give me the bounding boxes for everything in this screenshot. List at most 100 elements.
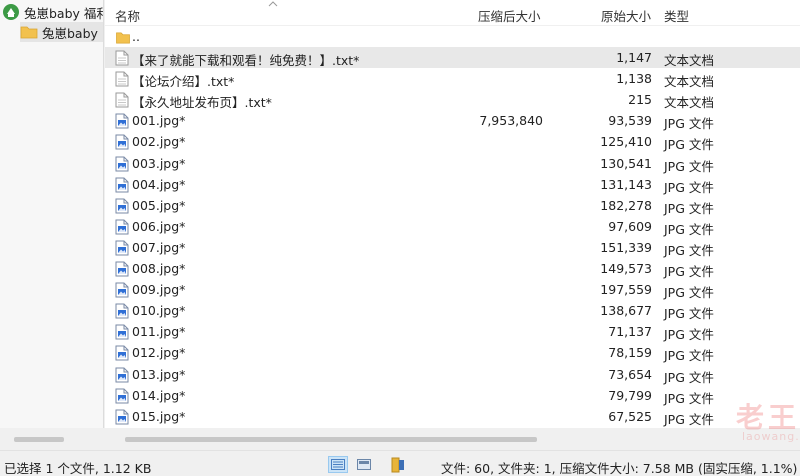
- file-type: JPG 文件: [664, 411, 714, 427]
- file-type: JPG 文件: [664, 306, 714, 322]
- file-row[interactable]: 005.jpg* 182,278 JPG 文件: [105, 195, 800, 216]
- file-type: JPG 文件: [664, 158, 714, 174]
- status-summary: 文件: 60, 文件夹: 1, 压缩文件大小: 7.58 MB (固实压缩, 1…: [441, 461, 798, 476]
- file-name: 015.jpg*: [132, 408, 186, 424]
- tree-item-archive[interactable]: 兔崽baby 福利: [2, 2, 104, 22]
- file-name: 【来了就能下载和观看！纯免费！】.txt*: [132, 53, 360, 69]
- details-view-button[interactable]: [328, 456, 348, 473]
- file-row[interactable]: 010.jpg* 138,677 JPG 文件: [105, 300, 800, 321]
- column-header-original-size[interactable]: 原始大小: [601, 6, 651, 25]
- image-file-icon: [115, 282, 129, 298]
- list-horizontal-scrollbar[interactable]: [105, 428, 800, 450]
- file-name: 007.jpg*: [132, 239, 186, 255]
- image-file-icon: [115, 113, 129, 129]
- column-header-name[interactable]: 名称: [115, 6, 140, 25]
- file-row[interactable]: 【来了就能下载和观看！纯免费！】.txt* 1,147 文本文档: [105, 47, 800, 69]
- column-header: 名称 压缩后大小 原始大小 类型: [105, 0, 800, 26]
- file-row[interactable]: 011.jpg* 71,137 JPG 文件: [105, 321, 800, 342]
- file-original-size: 1,138: [616, 71, 652, 87]
- tree-scrollbar-thumb[interactable]: [14, 437, 64, 442]
- file-row[interactable]: 007.jpg* 151,339 JPG 文件: [105, 237, 800, 258]
- column-header-type[interactable]: 类型: [664, 6, 689, 25]
- file-row[interactable]: 004.jpg* 131,143 JPG 文件: [105, 174, 800, 195]
- details-view-icon: [331, 459, 345, 470]
- file-original-size: 130,541: [600, 155, 652, 171]
- file-original-size: 73,654: [608, 366, 652, 382]
- file-type: JPG 文件: [664, 116, 714, 132]
- tree-item-archive-label: 兔崽baby 福利: [24, 5, 104, 21]
- image-file-icon: [115, 134, 129, 150]
- file-name: 003.jpg*: [132, 155, 186, 171]
- parent-directory-row[interactable]: ..: [105, 26, 800, 47]
- file-original-size: 93,539: [608, 113, 652, 129]
- file-name: 004.jpg*: [132, 176, 186, 192]
- file-type: JPG 文件: [664, 390, 714, 406]
- file-row[interactable]: 001.jpg* 7,953,840 93,539 JPG 文件: [105, 110, 800, 131]
- file-name: 005.jpg*: [132, 197, 186, 213]
- file-name: 010.jpg*: [132, 303, 186, 319]
- image-file-icon: [115, 261, 129, 277]
- file-name: 006.jpg*: [132, 218, 186, 234]
- tree-item-folder-label: 兔崽baby: [42, 25, 98, 41]
- file-type: JPG 文件: [664, 348, 714, 364]
- file-row[interactable]: 【永久地址发布页】.txt* 215 文本文档: [105, 89, 800, 110]
- file-list: 名称 压缩后大小 原始大小 类型 .. 【来了就能下载和观看！纯免费！】.txt…: [105, 0, 800, 450]
- file-row[interactable]: 014.jpg* 79,799 JPG 文件: [105, 385, 800, 406]
- image-file-icon: [115, 156, 129, 172]
- file-row[interactable]: 008.jpg* 149,573 JPG 文件: [105, 258, 800, 279]
- file-packed-size: 7,953,840: [479, 113, 543, 129]
- preview-view-icon: [357, 459, 371, 470]
- file-original-size: 71,137: [608, 324, 652, 340]
- image-file-icon: [115, 345, 129, 361]
- file-name: 011.jpg*: [132, 324, 186, 340]
- archive-lock-icon: [391, 457, 404, 472]
- file-original-size: 1,147: [616, 50, 652, 66]
- folder-tree: 兔崽baby 福利 兔崽baby: [0, 0, 104, 428]
- tree-item-folder[interactable]: 兔崽baby: [20, 22, 103, 42]
- image-file-icon: [115, 367, 129, 382]
- column-header-packed-size[interactable]: 压缩后大小: [478, 6, 541, 25]
- file-type: JPG 文件: [664, 200, 714, 216]
- file-type: JPG 文件: [664, 369, 714, 385]
- image-file-icon: [115, 240, 129, 256]
- file-original-size: 125,410: [600, 134, 652, 150]
- file-type: JPG 文件: [664, 179, 714, 195]
- file-name: 009.jpg*: [132, 282, 186, 298]
- list-scrollbar-thumb[interactable]: [125, 437, 537, 442]
- sort-ascending-icon: [268, 1, 278, 7]
- file-original-size: 67,525: [608, 408, 652, 424]
- image-file-icon: [115, 388, 129, 404]
- image-file-icon: [115, 324, 129, 340]
- file-row[interactable]: 013.jpg* 73,654 JPG 文件: [105, 364, 800, 385]
- tree-horizontal-scrollbar[interactable]: [0, 428, 104, 450]
- file-original-size: 79,799: [608, 387, 652, 403]
- file-original-size: 149,573: [600, 261, 652, 277]
- preview-view-button[interactable]: [354, 456, 374, 473]
- file-row[interactable]: 【论坛介绍】.txt* 1,138 文本文档: [105, 68, 800, 89]
- status-bar: 已选择 1 个文件, 1.12 KB 文件: 60, 文件夹: 1, 压缩文件大…: [0, 450, 800, 476]
- image-file-icon: [115, 219, 129, 235]
- folder-icon: [116, 32, 130, 44]
- file-row[interactable]: 012.jpg* 78,159 JPG 文件: [105, 342, 800, 363]
- file-name: 【论坛介绍】.txt*: [132, 74, 235, 90]
- file-row[interactable]: 015.jpg* 67,525 JPG 文件: [105, 406, 800, 427]
- file-original-size: 151,339: [600, 239, 652, 255]
- file-type: JPG 文件: [664, 242, 714, 258]
- image-file-icon: [115, 409, 129, 425]
- file-row[interactable]: 003.jpg* 130,541 JPG 文件: [105, 153, 800, 174]
- image-file-icon: [115, 303, 129, 319]
- file-name: 012.jpg*: [132, 345, 186, 361]
- file-type: JPG 文件: [664, 264, 714, 280]
- file-row[interactable]: 006.jpg* 97,609 JPG 文件: [105, 216, 800, 237]
- file-original-size: 138,677: [600, 303, 652, 319]
- file-rows: .. 【来了就能下载和观看！纯免费！】.txt* 1,147 文本文档 【论坛介绍】.…: [105, 26, 800, 427]
- file-type: JPG 文件: [664, 327, 714, 343]
- file-row[interactable]: 002.jpg* 125,410 JPG 文件: [105, 131, 800, 152]
- file-row[interactable]: 009.jpg* 197,559 JPG 文件: [105, 279, 800, 300]
- lock-status-button[interactable]: [388, 456, 408, 473]
- file-type: JPG 文件: [664, 285, 714, 301]
- parent-directory-label: ..: [132, 29, 140, 44]
- file-name: 014.jpg*: [132, 387, 186, 403]
- image-file-icon: [115, 177, 129, 193]
- archive-icon: [3, 4, 19, 20]
